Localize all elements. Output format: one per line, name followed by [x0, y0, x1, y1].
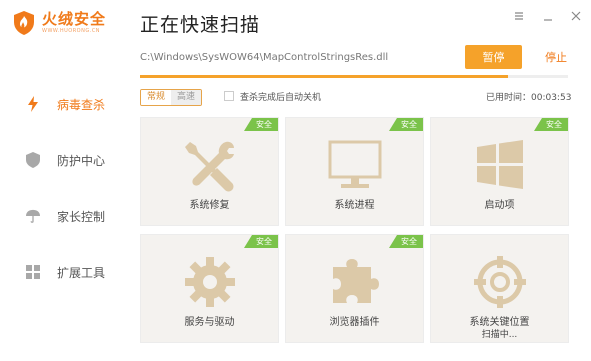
logo-shield-icon [14, 11, 34, 35]
sidebar-item-virus-scan[interactable]: 病毒查杀 [0, 84, 131, 124]
safe-badge: 安全 [534, 118, 568, 131]
card-startup-items[interactable]: 安全 启动项 [430, 117, 569, 226]
card-label: 服务与驱动 [184, 317, 235, 328]
card-label: 系统关键位置 [469, 317, 530, 328]
auto-shutdown-checkbox[interactable] [224, 91, 234, 101]
card-status: 扫描中... [481, 330, 518, 340]
safe-badge: 安全 [389, 118, 423, 131]
card-system-process[interactable]: 安全 系统进程 [285, 117, 424, 226]
card-label: 系统修复 [189, 200, 230, 211]
app-window: 火绒安全 WWW.HUORONG.CN 病毒查杀 防护中心 家长控制 扩展工具 … [0, 0, 591, 361]
card-label: 启动项 [484, 200, 515, 211]
windows-icon [476, 140, 523, 189]
sidebar-item-parental-control[interactable]: 家长控制 [0, 196, 131, 236]
minimize-button[interactable] [541, 10, 555, 24]
sidebar-item-label: 扩展工具 [57, 265, 106, 280]
app-logo: 火绒安全 WWW.HUORONG.CN [12, 10, 106, 36]
menu-button[interactable] [512, 10, 526, 24]
page-title: 正在快速扫描 [140, 14, 261, 36]
app-url: WWW.HUORONG.CN [42, 28, 101, 34]
close-button[interactable] [569, 10, 583, 24]
stop-button[interactable]: 停止 [538, 45, 574, 69]
card-browser-plugins[interactable]: 安全 浏览器插件 [285, 234, 424, 343]
app-name: 火绒安全 [42, 10, 107, 28]
sidebar-item-label: 防护中心 [57, 153, 106, 168]
close-icon [571, 11, 581, 21]
safe-badge: 安全 [389, 235, 423, 248]
scan-mode-toggle: 常规 高速 [140, 89, 202, 106]
sidebar-item-protection-center[interactable]: 防护中心 [0, 140, 131, 180]
gear-icon [184, 257, 235, 307]
sidebar-item-label: 病毒查杀 [57, 97, 106, 112]
grid-icon [26, 264, 40, 280]
card-system-key-locations[interactable]: 系统关键位置 扫描中... [430, 234, 569, 343]
target-icon [473, 256, 526, 308]
card-system-repair[interactable]: 安全 系统修复 [140, 117, 279, 226]
tools-icon [184, 141, 234, 192]
scan-progress-bar [140, 75, 568, 78]
sidebar-item-label: 家长控制 [57, 209, 106, 224]
safe-badge: 安全 [244, 235, 278, 248]
monitor-icon [328, 140, 381, 188]
mode-normal-button[interactable]: 常规 [141, 90, 171, 105]
umbrella-icon [26, 208, 40, 224]
current-scan-file: C:\Windows\SysWOW64\MapControlStringsRes… [140, 52, 389, 63]
card-label: 浏览器插件 [329, 317, 380, 328]
safe-badge: 安全 [244, 118, 278, 131]
minimize-icon [544, 19, 552, 21]
elapsed-time: 已用时间：00:03:53 [486, 93, 572, 103]
sidebar-item-extension-tools[interactable]: 扩展工具 [0, 252, 131, 292]
puzzle-icon [332, 259, 379, 303]
pause-button[interactable]: 暂停 [465, 45, 522, 69]
lightning-icon [26, 96, 40, 112]
sidebar: 火绒安全 WWW.HUORONG.CN 病毒查杀 防护中心 家长控制 扩展工具 [0, 0, 131, 361]
card-label: 系统进程 [334, 200, 375, 211]
card-services-drivers[interactable]: 安全 服务与驱动 [140, 234, 279, 343]
mode-fast-button[interactable]: 高速 [171, 90, 201, 105]
menu-icon [515, 12, 523, 20]
shield-icon [26, 152, 40, 168]
auto-shutdown-label: 查杀完成后自动关机 [240, 93, 322, 103]
scan-progress-fill [140, 75, 509, 78]
